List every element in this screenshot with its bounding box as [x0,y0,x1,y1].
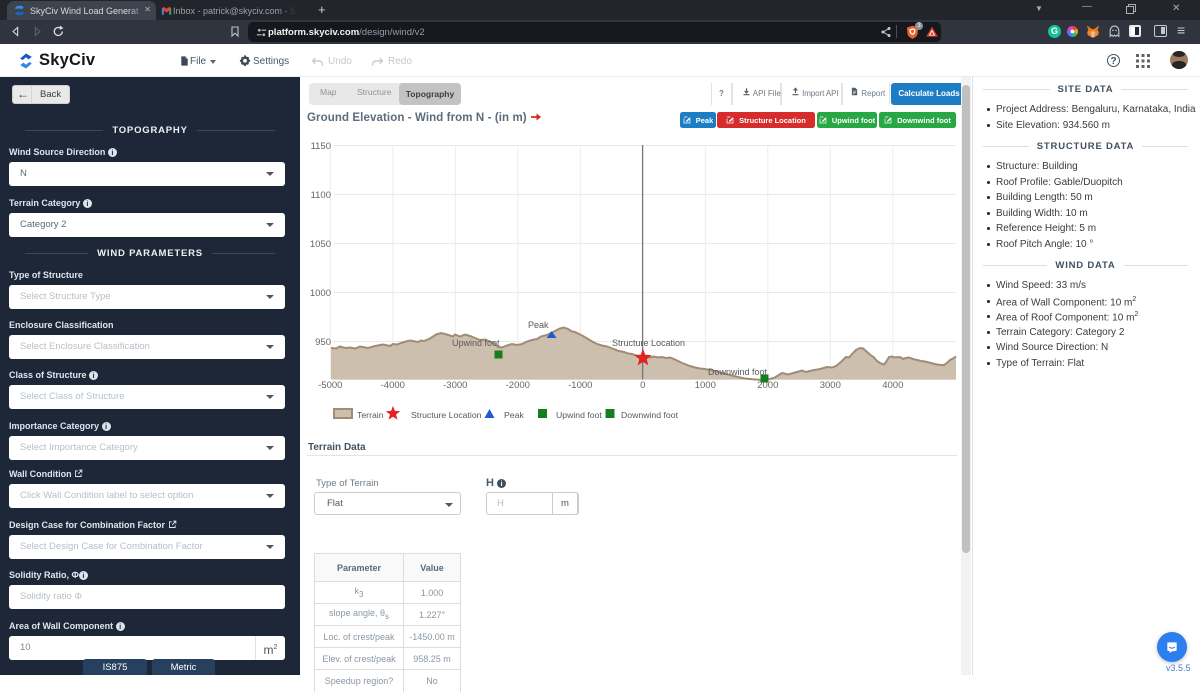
svg-text:-2000: -2000 [506,380,530,391]
svg-text:Structure Location: Structure Location [411,410,482,420]
svg-text:1000: 1000 [695,380,716,391]
svg-text:1100: 1100 [311,190,331,201]
svg-text:-4000: -4000 [381,380,405,391]
svg-text:Downwind foot: Downwind foot [621,410,679,420]
svg-text:Terrain: Terrain [357,410,384,420]
svg-text:950: 950 [315,337,331,348]
svg-text:3000: 3000 [820,380,841,391]
svg-text:Upwind foot: Upwind foot [556,410,602,420]
svg-text:4000: 4000 [882,380,903,391]
svg-text:-1000: -1000 [568,380,592,391]
svg-text:Structure Location: Structure Location [612,338,685,348]
svg-text:Peak: Peak [528,320,549,330]
svg-text:Upwind foot: Upwind foot [452,338,500,348]
svg-text:1150: 1150 [311,141,331,152]
svg-text:-5000: -5000 [318,380,342,391]
svg-text:Downwind foot: Downwind foot [708,367,768,377]
svg-text:Peak: Peak [504,410,524,420]
svg-text:-3000: -3000 [443,380,467,391]
svg-text:1000: 1000 [310,288,331,299]
svg-text:0: 0 [640,380,645,391]
svg-text:1050: 1050 [310,239,331,250]
